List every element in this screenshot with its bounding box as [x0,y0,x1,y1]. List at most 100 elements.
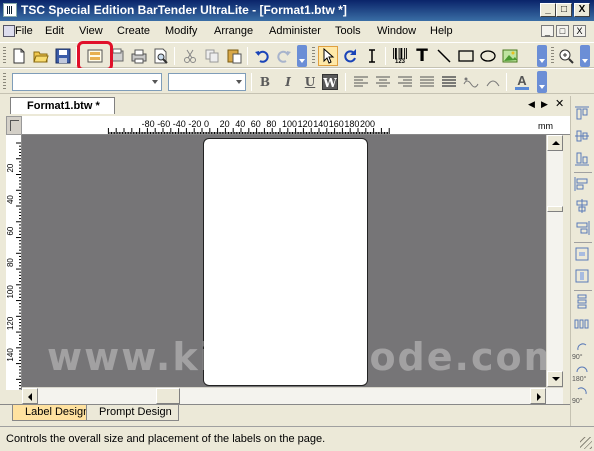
print-preview-icon[interactable] [151,46,171,66]
select-pointer-icon[interactable] [318,46,338,66]
underline-button[interactable]: U [302,74,318,90]
align-bottom-icon[interactable] [574,150,592,168]
text-cursor-icon[interactable] [362,46,382,66]
toolbar-grip[interactable] [3,73,6,91]
distribute-horizontal-icon[interactable] [574,316,592,334]
horizontal-ruler[interactable]: -80 -60 -40 -20 0 20 40 60 80 100 120 140 160 180 200 m… [22,116,570,135]
scroll-down-arrow-icon[interactable] [547,371,563,387]
scroll-left-arrow-icon[interactable] [22,388,38,404]
undo-icon[interactable] [252,46,272,66]
align-center-vertical-icon[interactable] [574,198,592,216]
horizontal-scroll-thumb[interactable] [156,388,180,404]
align-right-edge-icon[interactable] [574,220,592,238]
cut-icon[interactable] [180,46,200,66]
center-horizontal-icon[interactable] [574,246,592,264]
horizontal-ruler-ticks: -80 -60 -40 -20 0 20 40 60 80 100 120 140 160 180 200 m… [107,119,553,134]
font-color-icon[interactable]: A [512,72,532,92]
resize-grip-icon[interactable] [580,437,592,449]
ellipse-icon[interactable] [478,46,498,66]
tab-label-design[interactable]: Label Design [12,405,97,421]
maximize-button[interactable]: □ [556,3,572,17]
mdi-close-button[interactable]: X [573,25,586,37]
close-button[interactable]: X [574,3,590,17]
menu-administer[interactable]: Administer [269,25,321,37]
align-justify-icon[interactable] [417,72,437,92]
align-full-icon[interactable] [439,72,459,92]
word-wrap-button[interactable]: W [322,74,338,90]
arc-text-icon[interactable] [483,72,503,92]
scroll-up-arrow-icon[interactable] [547,135,563,151]
vertical-ruler[interactable]: 20 40 60 80 100 120 140 [6,135,22,390]
save-icon[interactable] [53,46,73,66]
bartender-app-icon[interactable] [3,3,17,17]
redo-icon[interactable] [274,46,294,66]
align-left-icon[interactable] [351,72,371,92]
menu-arrange[interactable]: Arrange [214,25,253,37]
scroll-right-arrow-icon[interactable] [530,388,546,404]
h-ruler-label: 0 [204,119,209,129]
toolbar-grip[interactable] [551,47,554,65]
zoom-in-icon[interactable] [556,46,576,66]
status-bar: Controls the overall size and placement … [0,426,594,451]
menu-file[interactable]: File [15,25,33,37]
center-vertical-icon[interactable] [574,268,592,286]
toolbar-overflow-button[interactable] [580,45,590,67]
tab-close-icon[interactable]: ✕ [555,97,564,110]
mdi-restore-button[interactable]: □ [556,25,569,37]
format-toolbar: B I U W A [0,68,594,94]
italic-button[interactable]: I [280,74,296,90]
align-middle-icon[interactable] [574,128,592,146]
rotate-icon[interactable] [340,46,360,66]
toolbar-overflow-button[interactable] [297,45,307,67]
menu-help[interactable]: Help [430,25,453,37]
v-ruler-label: 20 [6,163,15,172]
design-canvas[interactable]: www.kiosbarcode.com [22,135,546,390]
text-object-icon[interactable]: T [412,46,432,66]
new-document-icon[interactable] [9,46,29,66]
paste-icon[interactable] [224,46,244,66]
text-effect-icon[interactable] [461,72,481,92]
rotate-90-ccw-label: 90° [572,354,583,361]
barcode-icon[interactable]: 123 [390,46,410,66]
menu-view[interactable]: View [79,25,103,37]
h-ruler-label: 40 [235,119,245,129]
h-ruler-label: 20 [220,119,230,129]
vertical-scrollbar[interactable] [546,135,563,390]
toolbar-overflow-button[interactable] [537,71,547,93]
picture-icon[interactable] [500,46,520,66]
font-size-combo[interactable] [168,73,246,91]
toolbar-grip[interactable] [312,47,315,65]
menu-modify[interactable]: Modify [165,25,197,37]
align-right-icon[interactable] [395,72,415,92]
menu-edit[interactable]: Edit [45,25,64,37]
menu-tools[interactable]: Tools [335,25,361,37]
distribute-vertical-icon[interactable] [574,294,592,312]
horizontal-scrollbar[interactable] [22,387,563,404]
copy-icon[interactable] [202,46,222,66]
rectangle-icon[interactable] [456,46,476,66]
window-title: TSC Special Edition BarTender UltraLite … [21,3,347,17]
vertical-scroll-thumb[interactable] [547,206,563,212]
line-icon[interactable] [434,46,454,66]
menu-window[interactable]: Window [377,25,416,37]
tab-next-arrow-icon[interactable]: ▶ [541,99,548,110]
title-bar[interactable]: TSC Special Edition BarTender UltraLite … [0,0,594,21]
menu-create[interactable]: Create [117,25,150,37]
align-center-icon[interactable] [373,72,393,92]
font-name-combo[interactable] [12,73,162,91]
open-folder-icon[interactable] [31,46,51,66]
h-ruler-label: 100 [282,119,297,129]
print-icon[interactable] [129,46,149,66]
toolbar-overflow-button[interactable] [537,45,547,67]
align-left-edge-icon[interactable] [574,176,592,194]
ruler-corner[interactable] [6,116,22,135]
align-top-icon[interactable] [574,106,592,124]
tab-prev-arrow-icon[interactable]: ◀ [528,99,535,110]
tab-format1[interactable]: Format1.btw * [10,97,115,114]
toolbar-grip[interactable] [3,47,6,65]
document-system-icon[interactable] [3,25,15,37]
minimize-button[interactable]: _ [540,3,556,17]
mdi-minimize-button[interactable]: _ [541,25,554,37]
bold-button[interactable]: B [257,74,273,90]
tab-prompt-design[interactable]: Prompt Design [86,405,179,421]
